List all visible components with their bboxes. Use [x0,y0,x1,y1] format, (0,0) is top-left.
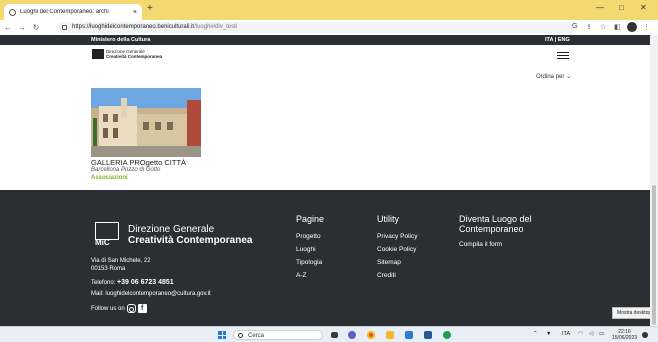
window-close-icon[interactable]: ✕ [640,3,647,12]
instagram-icon[interactable] [126,304,136,313]
footer-mail: Mail: luoghidelcontemporaneo@cultura.gov… [91,291,211,297]
windows-start-icon[interactable] [218,331,226,339]
hamburger-menu-icon[interactable] [557,52,569,61]
chrome-icon[interactable] [367,331,375,339]
pages-heading: Pagine [296,214,325,224]
tray-chevron-icon[interactable]: ⌃ [533,331,538,337]
url-path: /luoghi#div_testi [194,24,238,30]
facebook-icon[interactable]: f [137,304,147,313]
footer-link-az[interactable]: A-Z [296,269,324,282]
teams-icon[interactable] [348,331,356,339]
address-line2: 00153 Roma [91,266,126,272]
search-placeholder: Cerca [248,333,265,339]
phone-label: Telefono: [91,280,118,286]
lock-icon [62,25,67,30]
back-arrow-icon[interactable]: ← [2,23,14,32]
scrollbar-thumb[interactable] [652,185,656,325]
building-photo [91,88,201,157]
browser-tab-bar: Luoghi del Contemporaneo: archi × + — □ … [0,0,658,20]
mail-label: Mail: [91,291,106,297]
card-category-tag[interactable]: Associazioni [91,175,128,181]
site-logo[interactable]: Direzione Generale Creatività Contemporan… [92,49,162,59]
page-scrollbar[interactable] [650,35,658,326]
file-explorer-icon[interactable] [386,331,394,339]
profile-avatar-icon[interactable] [627,22,637,32]
language-indicator[interactable]: ITA [562,331,570,337]
tray-app-icon[interactable]: ▼ [546,331,551,337]
share-icon[interactable]: ⇪ [586,23,592,31]
reload-icon[interactable]: ↻ [30,23,42,32]
volume-icon[interactable]: ◁ [589,331,593,337]
star-icon[interactable]: ☆ [600,23,606,31]
tab-close-icon[interactable]: × [133,9,137,16]
footer-logo[interactable]: MiC Direzione Generale Creatività Contem… [95,222,252,248]
utility-heading: Utility [377,214,399,224]
site-footer: MiC Direzione Generale Creatività Contem… [0,190,650,326]
google-icon[interactable]: G [572,23,577,30]
notification-icon[interactable] [642,332,648,338]
footer-become-column: Diventa Luogo del Contemporaneo Compila … [459,214,559,251]
new-tab-button[interactable]: + [147,3,153,14]
sidepanel-icon[interactable]: ◧ [614,23,621,31]
ministry-link[interactable]: Ministero della Cultura [91,37,150,43]
footer-link-progetto[interactable]: Progetto [296,230,324,243]
card-title[interactable]: GALLERIA PROgetto CITTÀ [91,158,186,167]
footer-link-luoghi[interactable]: Luoghi [296,243,324,256]
minimize-icon[interactable]: — [596,3,604,12]
tab-title: Luoghi del Contemporaneo: archi [20,9,109,15]
site-header: Direzione Generale Creatività Contemporan… [0,45,650,67]
taskbar-search[interactable]: Cerca [233,330,323,340]
task-view-icon[interactable] [331,332,338,338]
mic-label: MiC [95,238,110,247]
clock-date: 15/06/2023 [612,335,638,341]
compila-form-link[interactable]: Compila il form [459,238,559,251]
taskbar-clock[interactable]: 22:16 15/06/2023 [612,329,637,341]
maximize-icon[interactable]: □ [619,3,624,12]
mic-logo-icon: MiC [95,222,125,248]
footer-social: Follow us on f [91,304,147,313]
url-bar[interactable]: https://luoghidelcontemporaneo.benicultu… [56,22,578,33]
search-icon [238,333,243,338]
windows-taskbar: Cerca ⌃ ▼ ITA ◠ ◁ ▭ 22:16 15/06/2023 [0,326,658,342]
footer-pages-column: Pagine Progetto Luoghi Tipologia A-Z [296,214,324,282]
follow-label: Follow us on [91,305,125,312]
menu-dots-icon[interactable]: ⋮ [643,23,650,31]
address-line1: Via di San Michele, 22 [91,258,151,264]
footer-logo-line1: Direzione Generale [128,224,215,235]
wifi-icon[interactable]: ◠ [578,331,583,337]
word-icon[interactable] [424,331,432,339]
browser-tab[interactable]: Luoghi del Contemporaneo: archi × [4,4,142,20]
phone-number[interactable]: +39 06 6723 4851 [117,279,174,286]
footer-address: Via di San Michele, 22 00153 Roma [91,257,151,273]
footer-phone: Telefono: +39 06 6723 4851 [91,279,174,286]
site-favicon-icon [9,8,16,16]
store-icon[interactable] [405,331,413,339]
footer-link-crediti[interactable]: Crediti [377,269,417,282]
card-location: Barcellona Pozzo di Gotto [91,167,161,173]
footer-link-sitemap[interactable]: Sitemap [377,256,417,269]
gallery-photo[interactable] [91,88,201,157]
become-heading: Diventa Luogo del Contemporaneo [459,214,532,234]
language-switch[interactable]: ITA | ENG [545,37,570,43]
footer-link-tipologia[interactable]: Tipologia [296,256,324,269]
address-toolbar: ← → ↻ https://luoghidelcontemporaneo.ben… [0,20,658,35]
footer-link-cookie[interactable]: Cookie Policy [377,243,417,256]
ministry-bar: Ministero della Cultura ITA | ENG [0,35,658,45]
forward-arrow-icon[interactable]: → [16,23,28,32]
footer-utility-column: Utility Privacy Policy Cookie Policy Sit… [377,214,417,282]
mic-logo-icon [92,49,104,59]
footer-logo-line2: Creatività Contemporanea [128,235,253,246]
footer-link-privacy[interactable]: Privacy Policy [377,230,417,243]
battery-icon[interactable]: ▭ [599,331,604,337]
sort-dropdown[interactable]: Ordina per ⌄ [536,73,571,80]
url-domain: https://luoghidelcontemporaneo.benicultu… [72,24,195,30]
logo-line2: Creatività Contemporanea [106,54,163,59]
chrome-profile-icon[interactable] [443,331,451,339]
mail-link[interactable]: luoghidelcontemporaneo@cultura.gov.it [105,291,210,297]
